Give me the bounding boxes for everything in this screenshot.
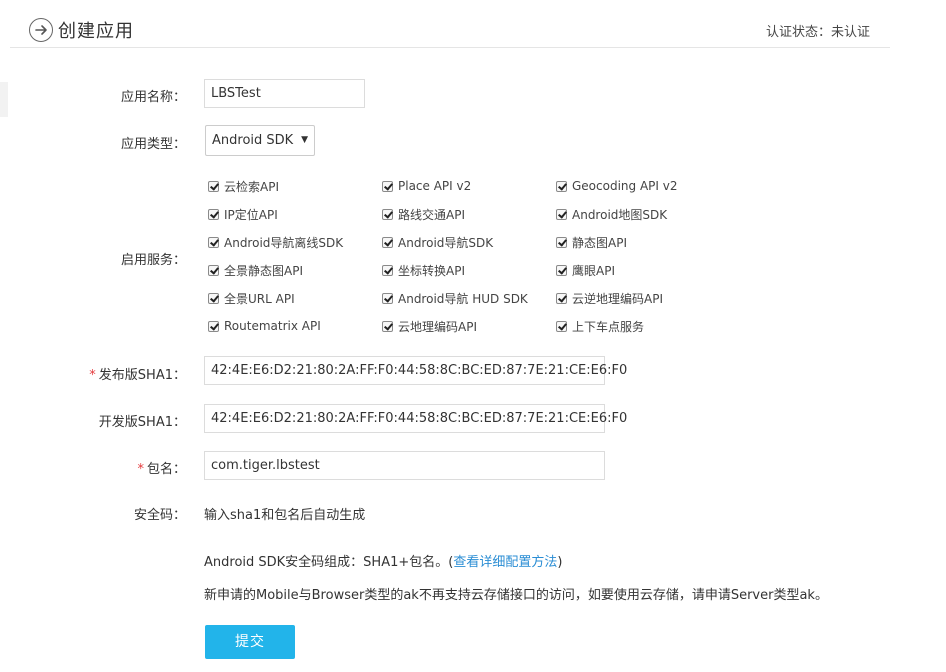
service-label: 坐标转换API [398, 263, 465, 278]
auth-status-label: 认证状态： [765, 25, 831, 40]
service-label: 全景静态图API [224, 263, 303, 278]
app-name-input[interactable]: LBSTest [204, 79, 365, 108]
required-mark: * [137, 462, 144, 477]
service-label: Android地图SDK [572, 207, 668, 222]
service-option[interactable]: Geocoding API v2 [556, 178, 678, 194]
service-label: 云地理编码API [398, 319, 477, 334]
service-label: 全景URL API [224, 291, 295, 306]
service-checkbox[interactable] [382, 264, 393, 276]
service-label: 上下车点服务 [572, 319, 645, 334]
security-code-value: 输入sha1和包名后自动生成 [204, 508, 366, 523]
package-label: * 包名： [137, 458, 186, 477]
service-option[interactable]: 上下车点服务 [556, 318, 644, 334]
storage-note: 新申请的Mobile与Browser类型的ak不再支持云存储接口的访问，如要使用… [204, 588, 828, 603]
service-option[interactable]: 鹰眼API [556, 262, 615, 278]
dev-sha1-label: 开发版SHA1： [98, 415, 186, 430]
app-type-select[interactable]: Android SDK ▼ [205, 125, 315, 156]
auth-status: 认证状态：未认证 [766, 21, 870, 40]
service-option[interactable]: IP定位API [208, 206, 278, 222]
required-mark: * [89, 368, 96, 383]
service-label: 路线交通API [398, 207, 465, 222]
service-option[interactable]: Android导航离线SDK [208, 234, 343, 250]
dev-sha1-input[interactable]: 42:4E:E6:D2:21:80:2A:FF:F0:44:58:8C:BC:E… [204, 404, 627, 433]
back-arrow-icon[interactable] [29, 18, 53, 42]
service-checkbox[interactable] [556, 264, 567, 276]
service-checkbox[interactable] [208, 292, 219, 304]
service-option[interactable]: 云逆地理编码API [556, 290, 663, 306]
service-label: Place API v2 [398, 179, 472, 193]
service-label: IP定位API [224, 207, 278, 222]
service-label: 云逆地理编码API [572, 291, 663, 306]
service-label: Android导航离线SDK [224, 235, 344, 250]
service-option[interactable]: 全景静态图API [208, 262, 303, 278]
service-label: 云检索API [224, 179, 279, 194]
dropdown-arrow-icon: ▼ [301, 135, 308, 145]
service-checkbox[interactable] [556, 292, 567, 304]
side-marker [0, 82, 8, 117]
service-checkbox[interactable] [382, 180, 393, 192]
app-name-label: 应用名称： [120, 90, 186, 105]
service-option[interactable]: 全景URL API [208, 290, 295, 306]
app-type-value: Android SDK [212, 133, 294, 148]
package-input[interactable]: com.tiger.lbstest [204, 451, 605, 480]
service-option[interactable]: Place API v2 [382, 178, 471, 194]
service-label: Geocoding API v2 [572, 179, 678, 193]
note-suffix: ) [557, 555, 563, 570]
security-code-note: Android SDK安全码组成：SHA1+包名。(查看详细配置方法) [204, 551, 562, 570]
service-option[interactable]: 坐标转换API [382, 262, 465, 278]
service-label: Android导航SDK [398, 235, 494, 250]
service-checkbox[interactable] [382, 320, 393, 332]
service-checkbox[interactable] [556, 236, 567, 248]
service-label: 静态图API [572, 235, 627, 250]
service-option[interactable]: Android导航SDK [382, 234, 493, 250]
service-option[interactable]: Android导航 HUD SDK [382, 290, 528, 306]
service-checkbox[interactable] [382, 208, 393, 220]
service-option[interactable]: 云检索API [208, 178, 279, 194]
service-label: Routematrix API [224, 319, 321, 333]
service-option[interactable]: 路线交通API [382, 206, 465, 222]
service-checkbox[interactable] [382, 236, 393, 248]
service-option[interactable]: 云地理编码API [382, 318, 477, 334]
service-checkbox[interactable] [208, 208, 219, 220]
service-checkbox[interactable] [556, 320, 567, 332]
auth-status-value: 未认证 [830, 25, 870, 40]
service-checkbox[interactable] [208, 236, 219, 248]
services-label: 启用服务： [120, 253, 186, 268]
service-checkbox[interactable] [382, 292, 393, 304]
service-option[interactable]: Android地图SDK [556, 206, 667, 222]
service-checkbox[interactable] [556, 180, 567, 192]
note-prefix: Android SDK安全码组成：SHA1+包名。( [204, 555, 454, 570]
service-option[interactable]: 静态图API [556, 234, 627, 250]
release-sha1-label-text: 发布版SHA1： [98, 368, 186, 383]
app-type-label: 应用类型： [120, 137, 186, 152]
security-code-label: 安全码： [133, 508, 186, 523]
submit-button[interactable]: 提交 [205, 625, 295, 659]
service-checkbox[interactable] [208, 320, 219, 332]
service-label: Android导航 HUD SDK [398, 291, 528, 306]
page-title: 创建应用 [58, 21, 134, 42]
package-label-text: 包名： [146, 462, 186, 477]
service-label: 鹰眼API [572, 263, 615, 278]
service-checkbox[interactable] [556, 208, 567, 220]
page-header: 创建应用 认证状态：未认证 [10, 0, 890, 48]
service-option[interactable]: Routematrix API [208, 318, 321, 334]
config-help-link[interactable]: 查看详细配置方法 [453, 555, 557, 570]
release-sha1-label: * 发布版SHA1： [89, 364, 186, 383]
service-checkbox[interactable] [208, 264, 219, 276]
release-sha1-input[interactable]: 42:4E:E6:D2:21:80:2A:FF:F0:44:58:8C:BC:E… [204, 356, 627, 385]
service-checkbox[interactable] [208, 180, 219, 192]
